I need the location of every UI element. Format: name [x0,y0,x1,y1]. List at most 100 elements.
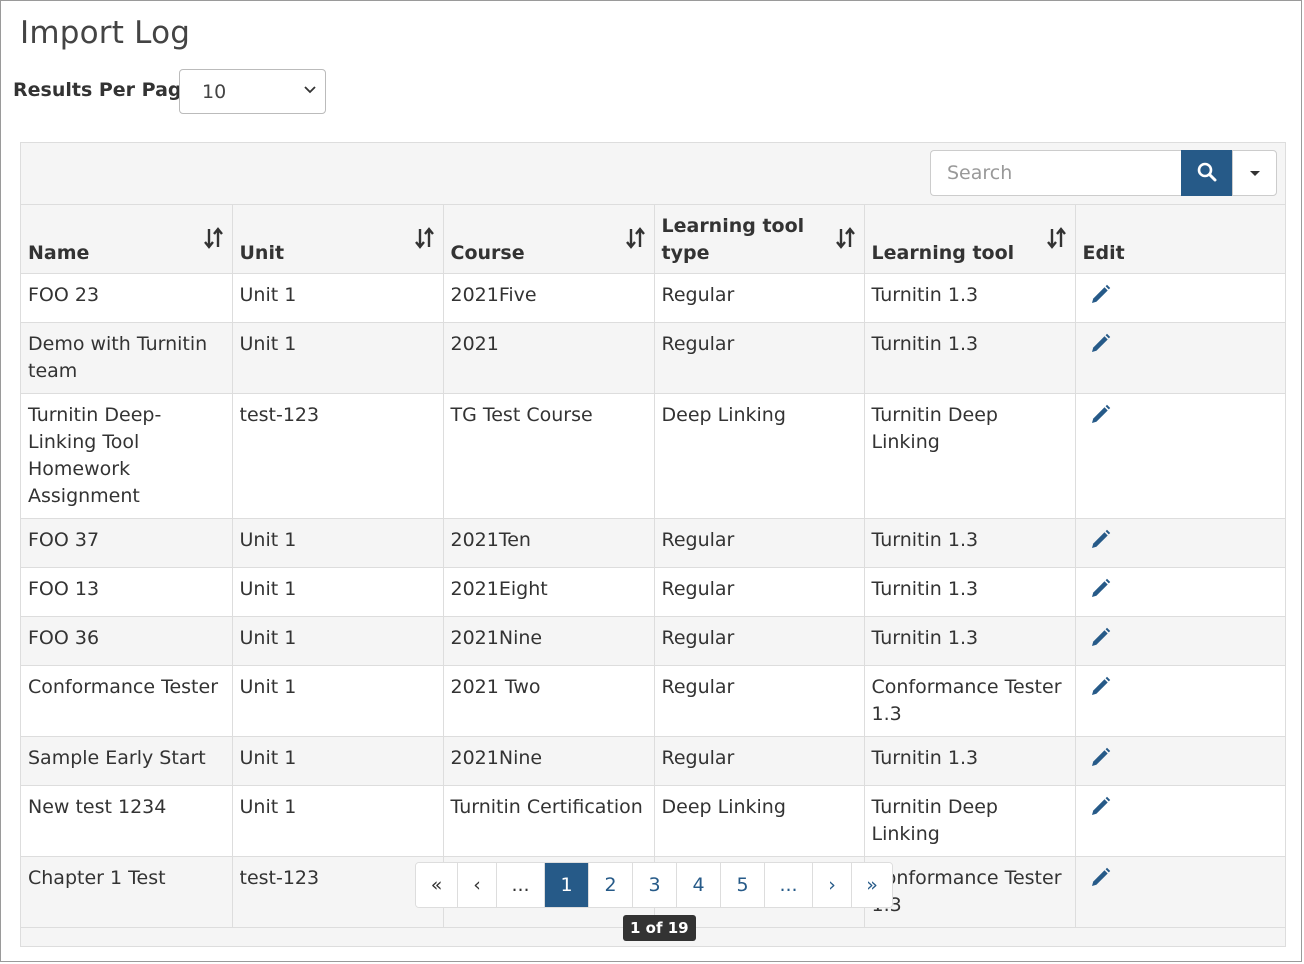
cell-edit [1074,567,1285,617]
pagination-last[interactable]: » [852,863,892,907]
cell-unit: Unit 1 [231,567,444,617]
import-log-window: Import Log Results Per Page: 10 Search N… [0,0,1302,962]
pagination-first[interactable]: « [416,863,458,907]
cell-name: Sample Early Start [21,736,233,786]
pencil-icon[interactable] [1089,676,1111,698]
search-button[interactable] [1181,150,1232,196]
cell-learning-tool-type: Regular [653,736,865,786]
cell-unit: Unit 1 [231,785,444,857]
pagination-page-4[interactable]: 4 [677,863,721,907]
cell-unit: test-123 [231,856,444,928]
cell-name: Turnitin Deep-Linking Tool Homework Assi… [21,393,233,519]
pagination-page-2[interactable]: 2 [589,863,633,907]
cell-unit: Unit 1 [231,518,444,568]
cell-edit [1074,856,1285,928]
cell-learning-tool: Conformance Tester 1.3 [863,856,1076,928]
cell-name: Chapter 1 Test [21,856,233,928]
cell-learning-tool-type: Regular [653,322,865,394]
cell-edit [1074,736,1285,786]
cell-edit [1074,273,1285,323]
cell-course: 2021 Two [442,665,655,737]
search-options-dropdown[interactable] [1232,150,1277,196]
sort-icon[interactable] [414,226,435,250]
sort-icon[interactable] [203,226,224,250]
sort-icon[interactable] [625,226,646,250]
cell-learning-tool: Turnitin 1.3 [863,567,1076,617]
table-body: FOO 23 Unit 1 2021Five Regular Turnitin … [21,273,1285,928]
pencil-icon[interactable] [1089,627,1111,649]
column-header-unit[interactable]: Unit [231,204,444,274]
pagination-ellipsis-right[interactable]: ... [765,863,813,907]
cell-course: 2021Five [442,273,655,323]
cell-learning-tool: Turnitin 1.3 [863,616,1076,666]
cell-learning-tool-type: Regular [653,616,865,666]
column-header-label: Learning tool type [661,215,805,264]
chevron-down-icon [304,86,316,94]
cell-unit: Unit 1 [231,273,444,323]
table-toolbar [21,143,1285,204]
page-count-badge: 1 of 19 [623,915,696,941]
table-row: Conformance Tester Unit 1 2021 Two Regul… [21,665,1285,737]
cell-learning-tool: Turnitin 1.3 [863,273,1076,323]
cell-edit [1074,393,1285,519]
cell-learning-tool-type: Regular [653,665,865,737]
pagination-ellipsis-left[interactable]: ... [497,863,545,907]
pencil-icon[interactable] [1089,867,1111,889]
cell-learning-tool: Turnitin 1.3 [863,518,1076,568]
cell-learning-tool: Conformance Tester 1.3 [863,665,1076,737]
column-header-label: Course [450,242,525,264]
cell-course: 2021Eight [442,567,655,617]
cell-learning-tool-type: Deep Linking [653,393,865,519]
cell-name: Conformance Tester [21,665,233,737]
pagination-prev[interactable]: ‹ [458,863,497,907]
cell-unit: test-123 [231,393,444,519]
cell-name: FOO 13 [21,567,233,617]
column-header-learning-tool-type[interactable]: Learning tool type [653,204,865,274]
pencil-icon[interactable] [1089,796,1111,818]
column-header-name[interactable]: Name [21,204,233,274]
sort-icon[interactable] [1046,226,1067,250]
cell-course: 2021 [442,322,655,394]
cell-name: Demo with Turnitin team [21,322,233,394]
pagination-next[interactable]: › [813,863,852,907]
column-header-label: Name [28,242,90,264]
cell-name: FOO 23 [21,273,233,323]
cell-learning-tool: Turnitin 1.3 [863,322,1076,394]
caret-down-icon [1250,171,1260,176]
table-row: Demo with Turnitin team Unit 1 2021 Regu… [21,322,1285,394]
pencil-icon[interactable] [1089,333,1111,355]
cell-unit: Unit 1 [231,322,444,394]
table-row: FOO 13 Unit 1 2021Eight Regular Turnitin… [21,567,1285,617]
cell-learning-tool: Turnitin Deep Linking [863,785,1076,857]
table-row: Turnitin Deep-Linking Tool Homework Assi… [21,393,1285,519]
cell-learning-tool: Turnitin 1.3 [863,736,1076,786]
results-per-page-label: Results Per Page: [13,79,202,101]
pagination-page-3[interactable]: 3 [633,863,677,907]
pagination-page-5[interactable]: 5 [721,863,765,907]
pencil-icon[interactable] [1089,578,1111,600]
results-per-page-value: 10 [202,81,227,103]
cell-name: New test 1234 [21,785,233,857]
table-row: Sample Early Start Unit 1 2021Nine Regul… [21,736,1285,786]
search-input[interactable] [930,150,1181,196]
pencil-icon[interactable] [1089,747,1111,769]
pencil-icon[interactable] [1089,284,1111,306]
sort-icon[interactable] [835,226,856,250]
table-row: New test 1234 Unit 1 Turnitin Certificat… [21,785,1285,857]
cell-learning-tool-type: Regular [653,273,865,323]
column-header-label: Unit [239,242,285,264]
results-per-page-select[interactable]: 10 [179,69,326,114]
cell-edit [1074,616,1285,666]
table-row: FOO 37 Unit 1 2021Ten Regular Turnitin 1… [21,518,1285,568]
column-header-learning-tool[interactable]: Learning tool [863,204,1076,274]
pagination-page-1[interactable]: 1 [545,863,589,907]
column-header-label: Learning tool [871,242,1015,264]
import-log-table: Name Unit Course Learning tool type Lear… [21,204,1285,928]
pencil-icon[interactable] [1089,404,1111,426]
cell-edit [1074,785,1285,857]
search-icon [1197,162,1217,182]
column-header-course[interactable]: Course [442,204,655,274]
table-header-row: Name Unit Course Learning tool type Lear… [21,204,1285,274]
cell-name: FOO 37 [21,518,233,568]
pencil-icon[interactable] [1089,529,1111,551]
